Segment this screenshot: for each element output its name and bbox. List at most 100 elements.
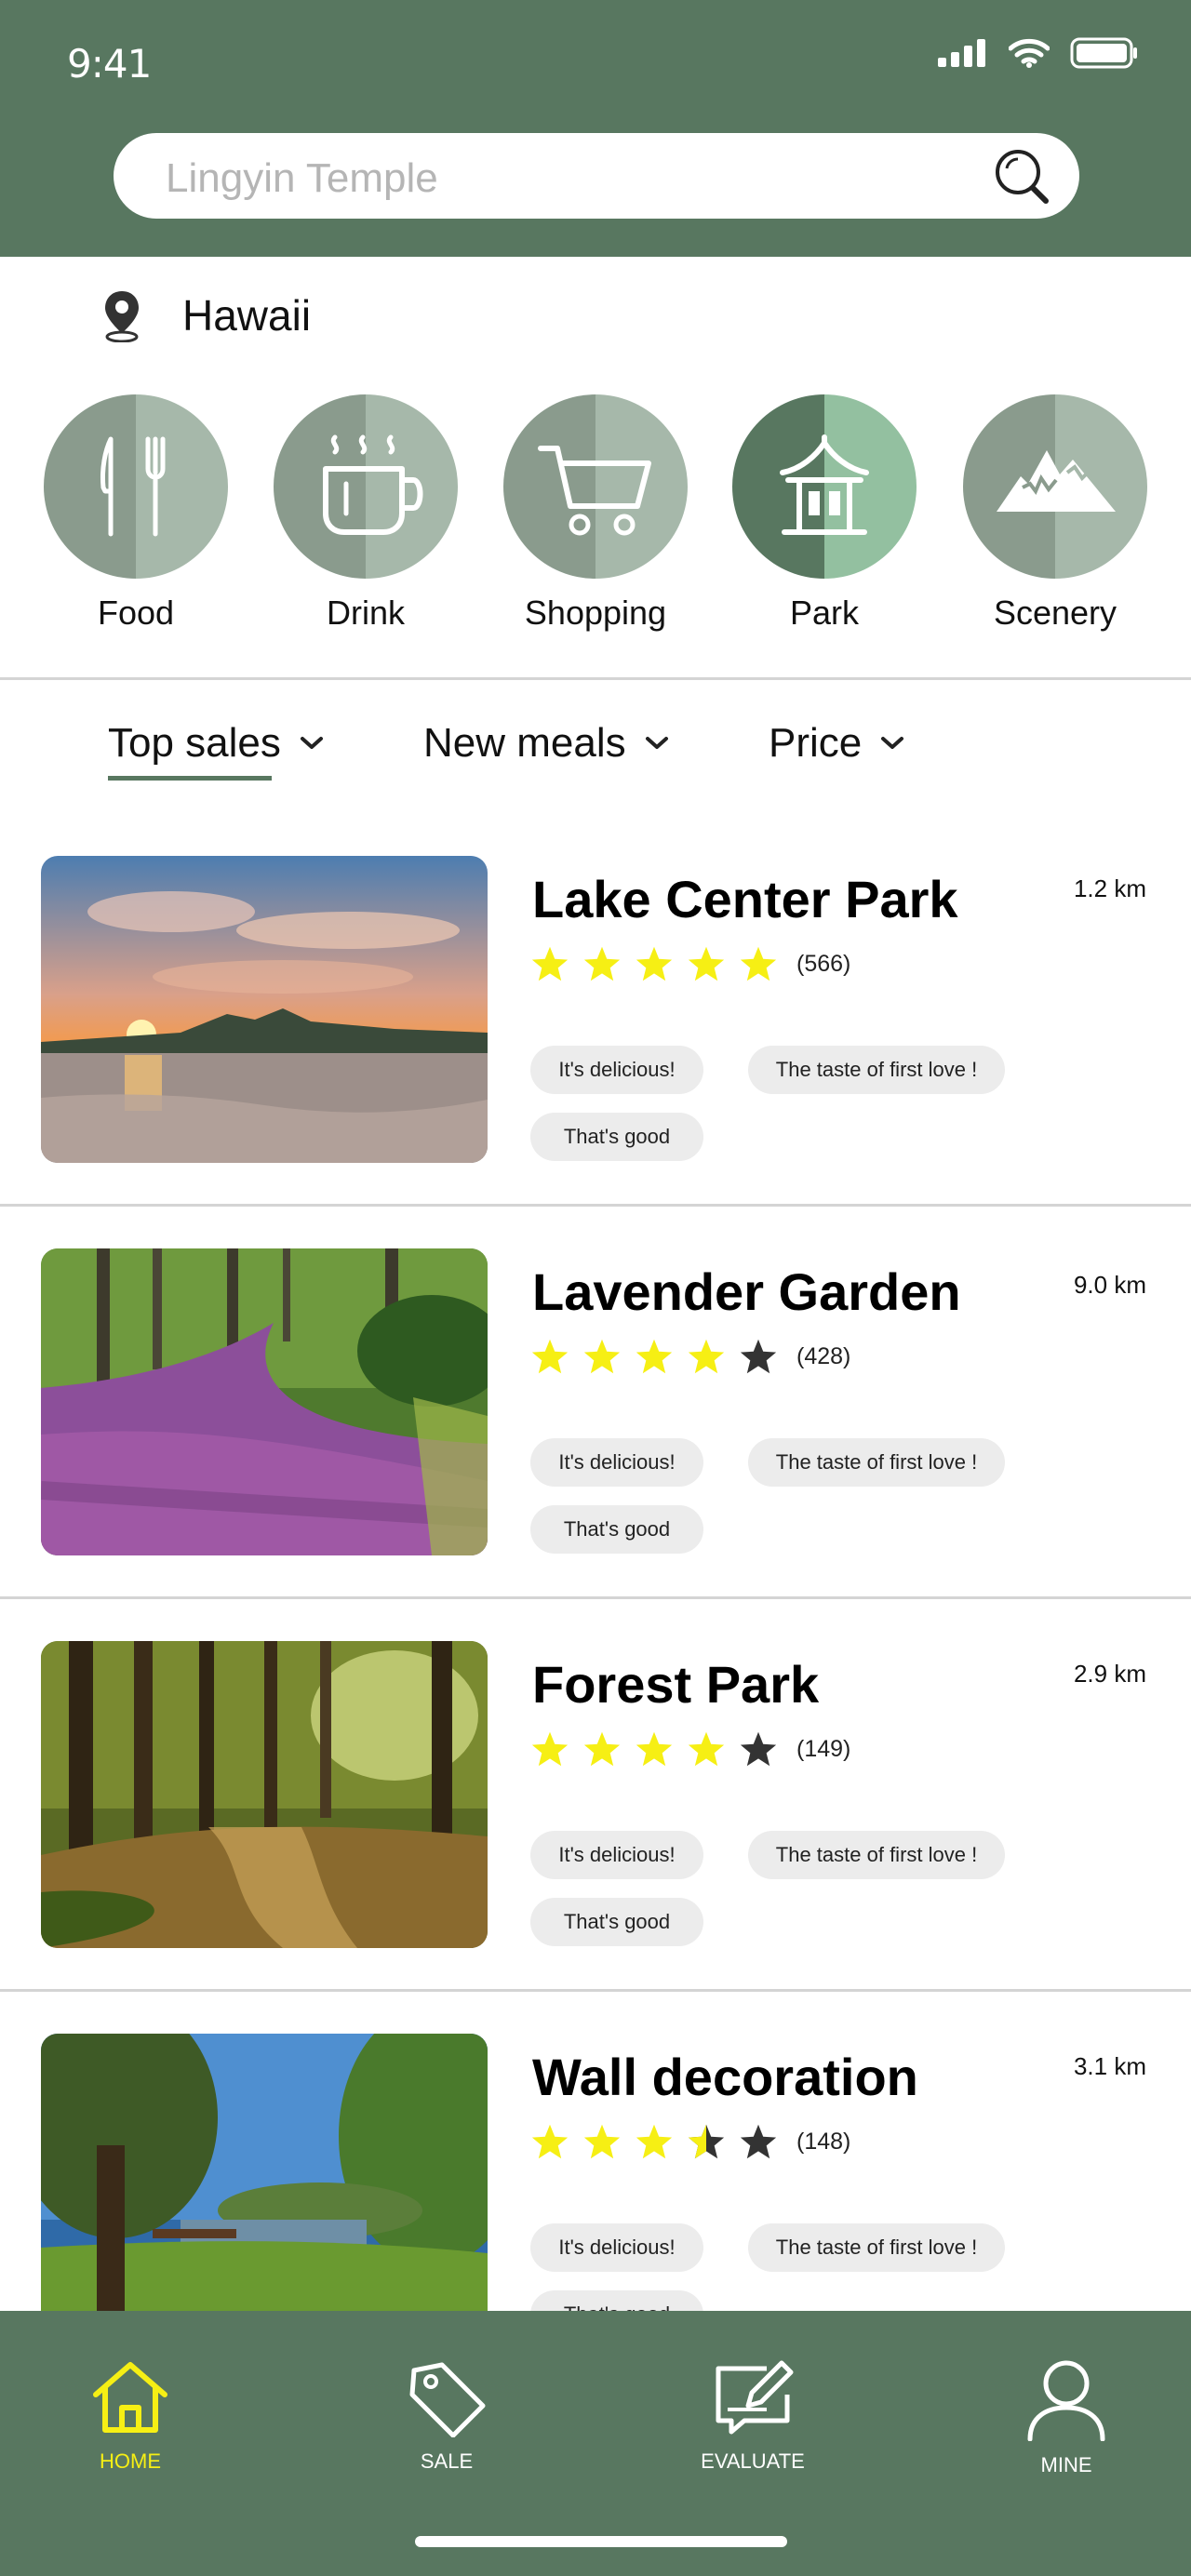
pavilion-icon bbox=[780, 434, 869, 535]
category-drink-circle bbox=[274, 394, 458, 579]
rating-stars: (428) bbox=[530, 1338, 850, 1375]
star-icon bbox=[531, 2124, 569, 2159]
star-icon bbox=[636, 1339, 673, 1374]
sort-tab-top-sales[interactable]: Top sales bbox=[108, 720, 324, 767]
nav-sale[interactable]: SALE bbox=[372, 2357, 521, 2474]
mountain-icon bbox=[997, 450, 1116, 512]
review-tag[interactable]: The taste of first love ! bbox=[748, 1046, 1005, 1094]
place-distance: 3.1 km bbox=[1073, 2052, 1146, 2080]
nav-evaluate-label: EVALUATE bbox=[701, 2449, 805, 2473]
category-park[interactable]: Park bbox=[731, 394, 917, 633]
place-title: Lake Center Park bbox=[532, 870, 958, 928]
review-tag[interactable]: It's delicious! bbox=[530, 2223, 703, 2272]
place-card[interactable]: Forest Park 2.9 km (149) It's delicious!… bbox=[0, 1626, 1191, 2017]
review-count: (149) bbox=[796, 1735, 851, 1762]
nav-sale-label: SALE bbox=[420, 2449, 474, 2473]
category-shopping-label: Shopping bbox=[524, 594, 667, 632]
user-icon bbox=[1027, 2360, 1105, 2442]
price-tag-icon bbox=[409, 2362, 486, 2438]
star-empty-icon bbox=[740, 2124, 777, 2159]
review-tag[interactable]: The taste of first love ! bbox=[748, 1831, 1005, 1879]
star-icon bbox=[583, 1339, 621, 1374]
category-park-circle bbox=[732, 394, 917, 579]
place-photo-lake bbox=[41, 856, 488, 1163]
place-distance: 1.2 km bbox=[1073, 874, 1146, 902]
review-count: (148) bbox=[796, 2128, 851, 2155]
star-icon bbox=[688, 946, 725, 981]
divider bbox=[0, 1989, 1191, 1992]
review-tag[interactable]: The taste of first love ! bbox=[748, 2223, 1005, 2272]
review-tag[interactable]: That's good bbox=[530, 1898, 703, 1946]
status-time: 9:41 bbox=[67, 41, 152, 87]
place-title: Wall decoration bbox=[532, 2048, 918, 2106]
review-tag[interactable]: The taste of first love ! bbox=[748, 1438, 1005, 1487]
divider bbox=[0, 1204, 1191, 1207]
category-food[interactable]: Food bbox=[43, 394, 229, 633]
star-icon bbox=[531, 946, 569, 981]
sort-tab-new-meals[interactable]: New meals bbox=[423, 720, 669, 767]
rating-stars: (149) bbox=[530, 1730, 850, 1768]
rating-stars: (148) bbox=[530, 2123, 850, 2160]
review-count: (566) bbox=[796, 950, 851, 977]
review-tag[interactable]: It's delicious! bbox=[530, 1438, 703, 1487]
review-tag[interactable]: It's delicious! bbox=[530, 1046, 703, 1094]
nav-home-label: HOME bbox=[100, 2449, 161, 2473]
star-icon bbox=[583, 946, 621, 981]
star-icon bbox=[583, 2124, 621, 2159]
review-count: (428) bbox=[796, 1342, 851, 1369]
nav-mine-label: MINE bbox=[1040, 2453, 1092, 2476]
sort-tab-label: New meals bbox=[423, 720, 626, 766]
battery-icon bbox=[1070, 37, 1137, 69]
category-park-label: Park bbox=[789, 594, 860, 632]
category-food-label: Food bbox=[97, 594, 175, 632]
home-icon bbox=[93, 2362, 167, 2433]
search-icon[interactable] bbox=[990, 144, 1055, 209]
place-title: Forest Park bbox=[532, 1655, 820, 1714]
place-title: Lavender Garden bbox=[532, 1262, 961, 1321]
category-drink[interactable]: Drink bbox=[273, 394, 459, 633]
star-icon bbox=[636, 1731, 673, 1767]
sort-tab-active-indicator bbox=[108, 776, 272, 781]
place-photo-lavender bbox=[41, 1248, 488, 1555]
header-bar: 9:41 Lingyin Temple bbox=[0, 0, 1191, 257]
location-selector[interactable]: Hawaii bbox=[100, 288, 311, 342]
star-icon bbox=[688, 1339, 725, 1374]
category-shopping[interactable]: Shopping bbox=[502, 394, 689, 633]
star-icon bbox=[636, 2124, 673, 2159]
category-scenery-label: Scenery bbox=[993, 594, 1117, 632]
nav-evaluate[interactable]: EVALUATE bbox=[678, 2357, 827, 2474]
category-drink-label: Drink bbox=[326, 594, 405, 632]
fork-knife-icon bbox=[100, 436, 166, 537]
nav-mine[interactable]: MINE bbox=[992, 2357, 1141, 2477]
star-icon bbox=[636, 946, 673, 981]
category-food-circle bbox=[44, 394, 228, 579]
divider bbox=[0, 677, 1191, 680]
home-indicator[interactable] bbox=[415, 2536, 787, 2547]
place-photo-lakeside bbox=[41, 2034, 488, 2341]
status-icons bbox=[938, 37, 1139, 69]
place-card[interactable]: Lake Center Park 1.2 km (566) It's delic… bbox=[0, 841, 1191, 1232]
location-pin-icon bbox=[105, 291, 139, 342]
star-empty-icon bbox=[740, 1731, 777, 1767]
review-tag[interactable]: It's delicious! bbox=[530, 1831, 703, 1879]
sort-tab-price[interactable]: Price bbox=[769, 720, 904, 767]
search-placeholder: Lingyin Temple bbox=[166, 155, 438, 201]
nav-home[interactable]: HOME bbox=[56, 2357, 205, 2474]
category-scenery[interactable]: Scenery bbox=[962, 394, 1148, 633]
star-icon bbox=[531, 1339, 569, 1374]
shopping-cart-icon bbox=[538, 446, 651, 536]
star-icon bbox=[583, 1731, 621, 1767]
coffee-cup-icon bbox=[323, 434, 423, 535]
place-card[interactable]: Lavender Garden 9.0 km (428) It's delici… bbox=[0, 1234, 1191, 1624]
review-tag[interactable]: That's good bbox=[530, 1113, 703, 1161]
rating-stars: (566) bbox=[530, 945, 850, 982]
place-distance: 9.0 km bbox=[1073, 1271, 1146, 1299]
review-tag[interactable]: That's good bbox=[530, 1505, 703, 1554]
search-bar[interactable]: Lingyin Temple bbox=[114, 133, 1079, 219]
star-icon bbox=[688, 1731, 725, 1767]
signal-icon bbox=[938, 39, 985, 67]
divider bbox=[0, 1596, 1191, 1599]
chevron-down-icon bbox=[300, 737, 323, 749]
star-icon bbox=[531, 1731, 569, 1767]
sort-tab-label: Price bbox=[769, 720, 863, 766]
